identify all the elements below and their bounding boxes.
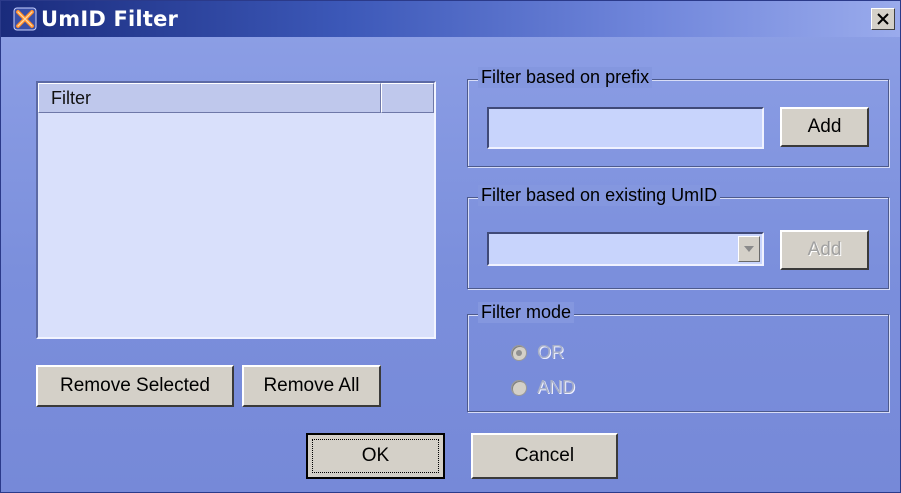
add-prefix-button[interactable]: Add bbox=[780, 107, 869, 147]
existing-umid-group-label: Filter based on existing UmID bbox=[478, 185, 721, 206]
column-header-filter[interactable]: Filter bbox=[38, 83, 381, 113]
radio-button-or[interactable] bbox=[511, 344, 527, 361]
column-header-blank[interactable] bbox=[381, 83, 434, 113]
radio-selected-dot-icon bbox=[516, 349, 522, 356]
radio-button-and[interactable] bbox=[511, 379, 527, 396]
add-existing-umid-button[interactable]: Add bbox=[780, 230, 869, 270]
filter-mode-group-label: Filter mode bbox=[478, 302, 575, 323]
window-title: UmID Filter bbox=[41, 7, 179, 31]
ok-button[interactable]: OK bbox=[306, 433, 445, 479]
app-icon bbox=[13, 7, 37, 31]
close-icon bbox=[877, 13, 889, 25]
combobox-dropdown-button[interactable] bbox=[738, 236, 760, 262]
radio-label-and: AND bbox=[537, 377, 576, 397]
prefix-input[interactable] bbox=[487, 107, 764, 149]
remove-selected-button[interactable]: Remove Selected bbox=[36, 365, 234, 407]
radio-option-or[interactable]: OR bbox=[511, 342, 564, 363]
filter-list[interactable]: Filter bbox=[36, 81, 436, 339]
radio-label-or: OR bbox=[537, 342, 564, 362]
close-button[interactable] bbox=[871, 8, 895, 30]
umid-filter-dialog: UmID Filter Filter Remove Selected Remov… bbox=[0, 0, 901, 493]
cancel-button[interactable]: Cancel bbox=[471, 433, 618, 479]
list-header: Filter bbox=[38, 83, 434, 113]
ok-button-label: OK bbox=[361, 445, 390, 466]
title-bar[interactable]: UmID Filter bbox=[1, 1, 900, 37]
list-body[interactable] bbox=[38, 113, 434, 337]
existing-umid-combobox[interactable] bbox=[487, 232, 764, 266]
radio-option-and[interactable]: AND bbox=[511, 377, 575, 398]
remove-all-button[interactable]: Remove All bbox=[242, 365, 381, 407]
prefix-group-label: Filter based on prefix bbox=[478, 67, 653, 88]
chevron-down-icon bbox=[744, 246, 754, 252]
